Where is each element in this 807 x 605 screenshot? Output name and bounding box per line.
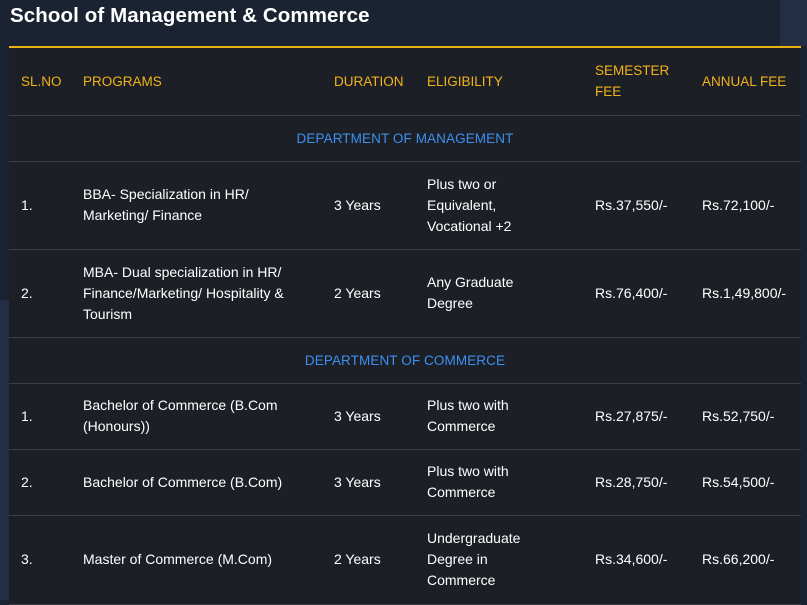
cell-sl-no: 2. xyxy=(9,449,71,516)
cell-semester-fee: Rs.28,750/- xyxy=(583,449,690,516)
cell-semester-fee: Rs.34,600/- xyxy=(583,515,690,605)
cell-duration: 3 Years xyxy=(322,449,415,516)
table-row: 3. Master of Commerce (M.Com) 2 Years Un… xyxy=(9,515,801,605)
department-row-management: DEPARTMENT OF MANAGEMENT xyxy=(9,115,801,162)
cell-semester-fee: Rs.76,400/- xyxy=(583,249,690,338)
cell-annual-fee: Rs.66,200/- xyxy=(690,515,801,605)
cell-annual-fee: Rs.72,100/- xyxy=(690,161,801,250)
cell-sl-no: 3. xyxy=(9,515,71,605)
cell-duration: 2 Years xyxy=(322,249,415,338)
cell-annual-fee: Rs.52,750/- xyxy=(690,383,801,450)
cell-duration: 2 Years xyxy=(322,515,415,605)
cell-program: Master of Commerce (M.Com) xyxy=(71,515,322,605)
cell-eligibility: Any Graduate Degree xyxy=(415,249,583,338)
cell-sl-no: 2. xyxy=(9,249,71,338)
header-semester-fee: SEMESTER FEE xyxy=(583,47,690,116)
cell-sl-no: 1. xyxy=(9,161,71,250)
cell-eligibility: Undergraduate Degree in Commerce xyxy=(415,515,583,605)
page-title: School of Management & Commerce xyxy=(10,4,370,27)
cell-program: BBA- Specialization in HR/ Marketing/ Fi… xyxy=(71,161,322,250)
background-building-shape-right xyxy=(780,0,807,46)
cell-annual-fee: Rs.1,49,800/- xyxy=(690,249,801,338)
header-eligibility: ELIGIBILITY xyxy=(415,47,583,116)
header-programs: PROGRAMS xyxy=(71,47,322,116)
cell-duration: 3 Years xyxy=(322,161,415,250)
department-label: DEPARTMENT OF MANAGEMENT xyxy=(9,115,801,162)
cell-semester-fee: Rs.37,550/- xyxy=(583,161,690,250)
cell-eligibility: Plus two with Commerce xyxy=(415,383,583,450)
cell-program: Bachelor of Commerce (B.Com) xyxy=(71,449,322,516)
cell-eligibility: Plus two with Commerce xyxy=(415,449,583,516)
cell-semester-fee: Rs.27,875/- xyxy=(583,383,690,450)
table-header-row: SL.NO PROGRAMS DURATION ELIGIBILITY SEME… xyxy=(9,47,801,116)
cell-sl-no: 1. xyxy=(9,383,71,450)
header-annual-fee: ANNUAL FEE xyxy=(690,47,801,116)
cell-annual-fee: Rs.54,500/- xyxy=(690,449,801,516)
table-row: 1. Bachelor of Commerce (B.Com (Honours)… xyxy=(9,383,801,450)
table-row: 2. Bachelor of Commerce (B.Com) 3 Years … xyxy=(9,449,801,516)
department-row-commerce: DEPARTMENT OF COMMERCE xyxy=(9,337,801,384)
table-row: 2. MBA- Dual specialization in HR/ Finan… xyxy=(9,249,801,338)
fee-table: SL.NO PROGRAMS DURATION ELIGIBILITY SEME… xyxy=(9,46,801,605)
cell-program: Bachelor of Commerce (B.Com (Honours)) xyxy=(71,383,322,450)
cell-program: MBA- Dual specialization in HR/ Finance/… xyxy=(71,249,322,338)
cell-eligibility: Plus two or Equivalent, Vocational +2 xyxy=(415,161,583,250)
header-sl-no: SL.NO xyxy=(9,47,71,116)
table-row: 1. BBA- Specialization in HR/ Marketing/… xyxy=(9,161,801,250)
department-label: DEPARTMENT OF COMMERCE xyxy=(9,337,801,384)
cell-duration: 3 Years xyxy=(322,383,415,450)
header-duration: DURATION xyxy=(322,47,415,116)
